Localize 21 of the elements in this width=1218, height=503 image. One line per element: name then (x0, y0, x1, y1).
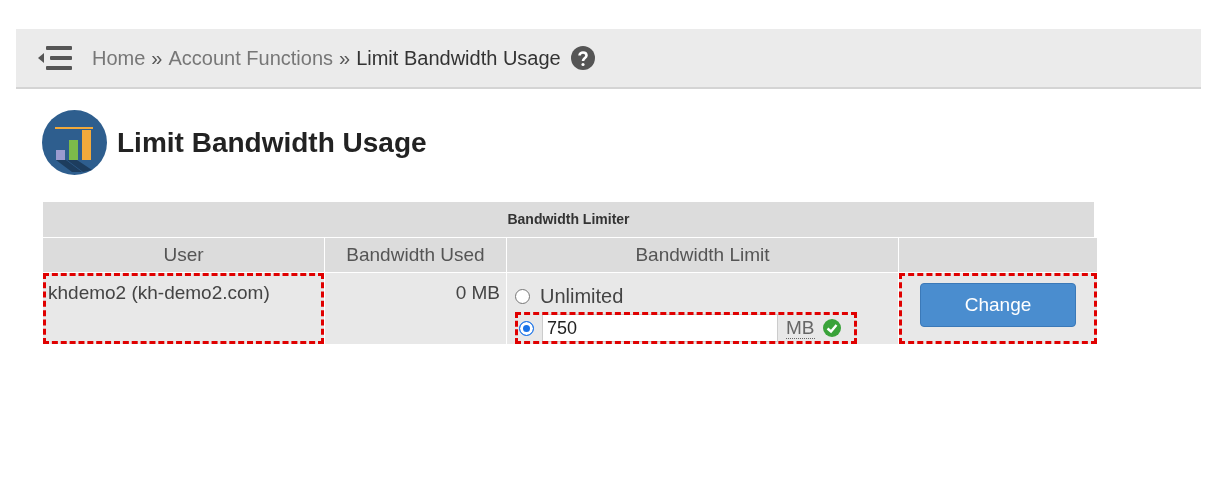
help-icon[interactable] (570, 46, 595, 70)
breadcrumb-link[interactable]: Home (92, 43, 146, 73)
column-header: Bandwidth Used (325, 238, 506, 272)
table-caption: Bandwidth Limiter (43, 202, 1094, 237)
breadcrumb-separator: » (339, 46, 351, 71)
unit-label: MB (786, 317, 815, 339)
column-header: Bandwidth Limit (507, 238, 898, 272)
bar-chart-icon (42, 110, 107, 175)
menu-collapse-icon[interactable] (38, 45, 72, 71)
breadcrumb-current: Limit Bandwidth Usage (356, 46, 561, 71)
radio-button[interactable] (515, 288, 530, 304)
breadcrumb-separator: » (151, 46, 163, 71)
change-button[interactable]: Change (920, 283, 1076, 327)
page-title: Limit Bandwidth Usage (117, 125, 427, 160)
breadcrumb-link[interactable]: Account Functions (168, 43, 333, 73)
used-cell: 0 MB (325, 273, 506, 344)
column-header: User (43, 238, 324, 272)
user-cell: khdemo2 (kh-demo2.com) (43, 273, 324, 344)
radio-button[interactable] (519, 320, 534, 336)
limit-input[interactable]: 750 (542, 314, 778, 342)
option-label: Unlimited (540, 284, 624, 309)
